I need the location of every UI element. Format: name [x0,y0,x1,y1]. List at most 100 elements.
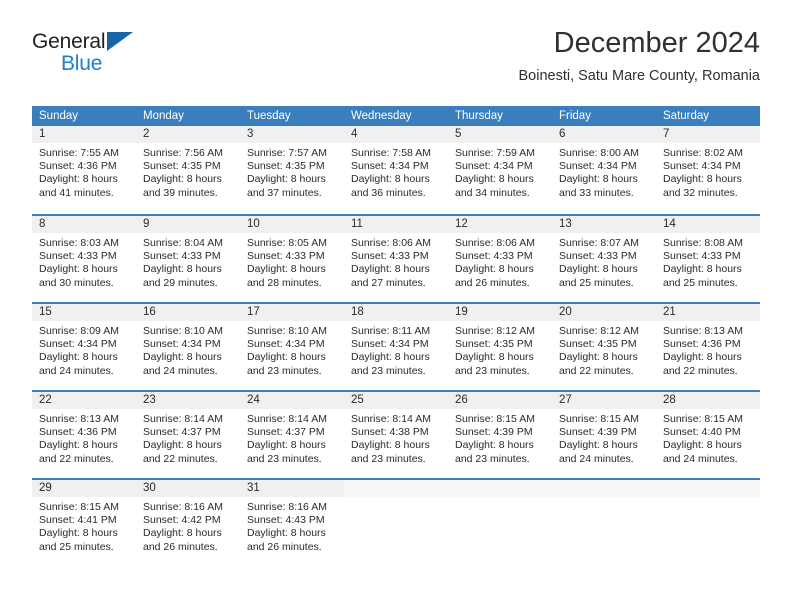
calendar-day-cell[interactable]: 6 Sunrise: 8:00 AM Sunset: 4:34 PM Daylight… [552,126,656,214]
day-sun-info: Sunrise: 8:16 AM Sunset: 4:42 PM Daylight:… [136,498,240,554]
day-number: 15 [39,306,52,318]
calendar-day-cell[interactable]: 27 Sunrise: 8:15 AM Sunset: 4:39 PM Dayligh… [552,392,656,478]
sunset-text: Sunset: 4:39 PM [559,426,637,439]
daylight-text-line2: and 34 minutes. [455,186,530,199]
sunrise-text: Sunrise: 8:16 AM [143,501,223,513]
sunset-text: Sunset: 4:34 PM [143,338,221,351]
daylight-text-line1: Daylight: 8 hours [455,439,534,452]
calendar-day-cell[interactable]: 10 Sunrise: 8:05 AM Sunset: 4:33 PM Dayligh… [240,216,344,302]
calendar-day-cell[interactable]: 2 Sunrise: 7:56 AM Sunset: 4:35 PM Daylight… [136,126,240,214]
day-number-band: 23 [136,392,240,410]
daylight-text-line2: and 25 minutes. [559,276,634,289]
sunrise-text: Sunrise: 8:06 AM [351,237,431,249]
sunset-text: Sunset: 4:34 PM [351,338,429,351]
calendar-day-cell[interactable]: 11 Sunrise: 8:06 AM Sunset: 4:33 PM Dayligh… [344,216,448,302]
day-number: 26 [455,394,468,406]
day-number: 31 [247,482,260,494]
day-sun-info: Sunrise: 8:15 AM Sunset: 4:39 PM Daylight:… [448,410,552,466]
calendar-day-cell[interactable]: 16 Sunrise: 8:10 AM Sunset: 4:34 PM Dayligh… [136,304,240,390]
daylight-text-line1: Daylight: 8 hours [143,173,222,186]
calendar-weeks: 1 Sunrise: 7:55 AM Sunset: 4:36 PM Daylight… [32,126,760,566]
sunrise-text: Sunrise: 8:10 AM [143,325,223,337]
day-sun-info: Sunrise: 8:06 AM Sunset: 4:33 PM Daylight:… [448,234,552,290]
day-sun-info: Sunrise: 8:08 AM Sunset: 4:33 PM Daylight:… [656,234,760,290]
calendar-day-cell[interactable]: 12 Sunrise: 8:06 AM Sunset: 4:33 PM Dayligh… [448,216,552,302]
calendar-day-cell[interactable]: 21 Sunrise: 8:13 AM Sunset: 4:36 PM Dayligh… [656,304,760,390]
day-number: 17 [247,306,260,318]
day-number: 10 [247,218,260,230]
day-header-wednesday: Wednesday [351,110,412,122]
calendar-day-cell[interactable]: 13 Sunrise: 8:07 AM Sunset: 4:33 PM Dayligh… [552,216,656,302]
sunset-text: Sunset: 4:34 PM [247,338,325,351]
day-number: 13 [559,218,572,230]
calendar-day-cell[interactable]: 8 Sunrise: 8:03 AM Sunset: 4:33 PM Daylight… [32,216,136,302]
sunset-text: Sunset: 4:40 PM [663,426,741,439]
calendar-day-cell[interactable]: 3 Sunrise: 7:57 AM Sunset: 4:35 PM Daylight… [240,126,344,214]
day-number-band: 2 [136,126,240,144]
calendar-day-cell[interactable]: 9 Sunrise: 8:04 AM Sunset: 4:33 PM Daylight… [136,216,240,302]
sunrise-text: Sunrise: 8:13 AM [39,413,119,425]
day-number: 1 [39,128,46,140]
calendar-day-cell[interactable]: 28 Sunrise: 8:15 AM Sunset: 4:40 PM Dayligh… [656,392,760,478]
calendar-day-cell[interactable]: 5 Sunrise: 7:59 AM Sunset: 4:34 PM Daylight… [448,126,552,214]
calendar-day-cell[interactable]: 18 Sunrise: 8:11 AM Sunset: 4:34 PM Dayligh… [344,304,448,390]
day-sun-info: Sunrise: 8:11 AM Sunset: 4:34 PM Daylight:… [344,322,448,378]
sunset-text: Sunset: 4:33 PM [247,250,325,263]
daylight-text-line1: Daylight: 8 hours [663,351,742,364]
day-sun-info [344,498,448,501]
day-number-band: 14 [656,216,760,234]
day-number-band: 24 [240,392,344,410]
daylight-text-line2: and 25 minutes. [663,276,738,289]
calendar-day-cell[interactable]: 25 Sunrise: 8:14 AM Sunset: 4:38 PM Dayligh… [344,392,448,478]
calendar-day-cell[interactable]: 14 Sunrise: 8:08 AM Sunset: 4:33 PM Dayligh… [656,216,760,302]
sunset-text: Sunset: 4:39 PM [455,426,533,439]
calendar-day-cell[interactable]: 24 Sunrise: 8:14 AM Sunset: 4:37 PM Dayligh… [240,392,344,478]
daylight-text-line2: and 32 minutes. [663,186,738,199]
day-sun-info: Sunrise: 8:06 AM Sunset: 4:33 PM Daylight:… [344,234,448,290]
sunset-text: Sunset: 4:35 PM [247,160,325,173]
day-header-friday: Friday [559,110,591,122]
day-sun-info: Sunrise: 8:09 AM Sunset: 4:34 PM Daylight:… [32,322,136,378]
daylight-text-line2: and 25 minutes. [39,540,114,553]
daylight-text-line2: and 24 minutes. [559,452,634,465]
sunrise-text: Sunrise: 8:00 AM [559,147,639,159]
day-number-band: 26 [448,392,552,410]
calendar-day-cell[interactable]: 31 Sunrise: 8:16 AM Sunset: 4:43 PM Dayligh… [240,480,344,566]
day-number-band: 7 [656,126,760,144]
day-number: 20 [559,306,572,318]
day-number-band: 22 [32,392,136,410]
daylight-text-line1: Daylight: 8 hours [39,527,118,540]
sunset-text: Sunset: 4:33 PM [143,250,221,263]
daylight-text-line1: Daylight: 8 hours [143,439,222,452]
day-number-band: 1 [32,126,136,144]
calendar-day-cell[interactable]: 23 Sunrise: 8:14 AM Sunset: 4:37 PM Dayligh… [136,392,240,478]
calendar-day-cell[interactable]: 1 Sunrise: 7:55 AM Sunset: 4:36 PM Daylight… [32,126,136,214]
day-number-band [344,480,448,498]
calendar-day-cell-empty [448,480,552,566]
calendar-day-cell[interactable]: 4 Sunrise: 7:58 AM Sunset: 4:34 PM Daylight… [344,126,448,214]
day-number: 4 [351,128,358,140]
sunrise-text: Sunrise: 8:08 AM [663,237,743,249]
daylight-text-line2: and 22 minutes. [663,364,738,377]
calendar-day-cell[interactable]: 20 Sunrise: 8:12 AM Sunset: 4:35 PM Dayligh… [552,304,656,390]
calendar-day-cell[interactable]: 26 Sunrise: 8:15 AM Sunset: 4:39 PM Dayligh… [448,392,552,478]
day-number-band: 10 [240,216,344,234]
calendar-day-cell[interactable]: 22 Sunrise: 8:13 AM Sunset: 4:36 PM Dayligh… [32,392,136,478]
day-sun-info: Sunrise: 8:14 AM Sunset: 4:38 PM Daylight:… [344,410,448,466]
calendar-day-cell[interactable]: 7 Sunrise: 8:02 AM Sunset: 4:34 PM Daylight… [656,126,760,214]
calendar-day-cell[interactable]: 17 Sunrise: 8:10 AM Sunset: 4:34 PM Dayligh… [240,304,344,390]
day-number-band: 12 [448,216,552,234]
calendar-day-cell[interactable]: 19 Sunrise: 8:12 AM Sunset: 4:35 PM Dayligh… [448,304,552,390]
day-number: 23 [143,394,156,406]
day-number: 2 [143,128,150,140]
daylight-text-line1: Daylight: 8 hours [351,173,430,186]
calendar-day-cell[interactable]: 29 Sunrise: 8:15 AM Sunset: 4:41 PM Dayligh… [32,480,136,566]
calendar-day-cell[interactable]: 30 Sunrise: 8:16 AM Sunset: 4:42 PM Dayligh… [136,480,240,566]
calendar-day-cell[interactable]: 15 Sunrise: 8:09 AM Sunset: 4:34 PM Dayligh… [32,304,136,390]
daylight-text-line2: and 23 minutes. [455,364,530,377]
daylight-text-line2: and 27 minutes. [351,276,426,289]
calendar-week-row: 8 Sunrise: 8:03 AM Sunset: 4:33 PM Daylight… [32,214,760,302]
daylight-text-line2: and 23 minutes. [351,452,426,465]
logo-text-blue: Blue [61,52,103,75]
day-number-band: 25 [344,392,448,410]
